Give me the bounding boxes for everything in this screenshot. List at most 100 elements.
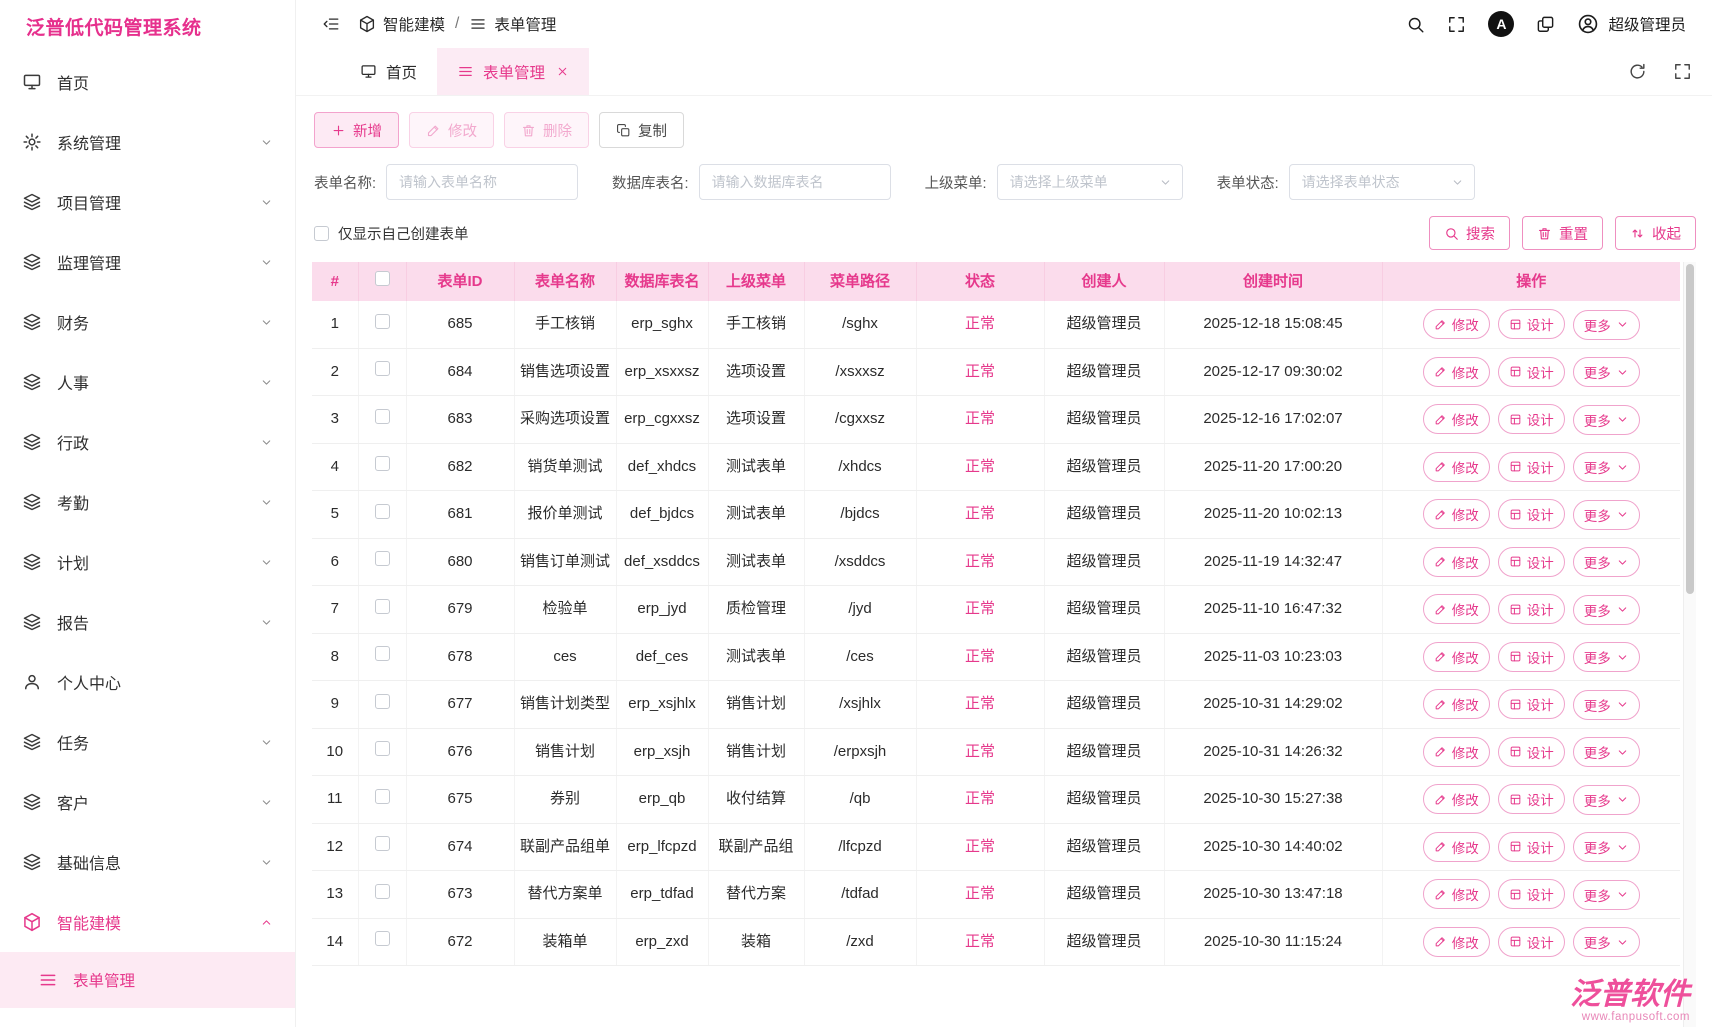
fullscreen-icon[interactable]: [1447, 15, 1466, 34]
row-edit-button[interactable]: 修改: [1423, 594, 1490, 624]
row-edit-button[interactable]: 修改: [1423, 357, 1490, 387]
a-circle-icon[interactable]: A: [1488, 11, 1514, 37]
sidebar-item-12[interactable]: 客户: [0, 772, 295, 832]
sidebar-item-7[interactable]: 考勤: [0, 472, 295, 532]
row-edit-button[interactable]: 修改: [1423, 547, 1490, 577]
delete-button[interactable]: 删除: [504, 112, 589, 148]
row-checkbox[interactable]: [375, 646, 390, 661]
refresh-icon[interactable]: [1628, 62, 1647, 81]
only-mine-toggle[interactable]: 仅显示自己创建表单: [314, 223, 469, 244]
row-design-button[interactable]: 设计: [1498, 404, 1565, 434]
row-design-button[interactable]: 设计: [1498, 737, 1565, 767]
row-edit-button[interactable]: 修改: [1423, 452, 1490, 482]
only-mine-checkbox[interactable]: [314, 226, 329, 241]
row-edit-button[interactable]: 修改: [1423, 404, 1490, 434]
sidebar-item-13[interactable]: 基础信息: [0, 832, 295, 892]
row-checkbox[interactable]: [375, 599, 390, 614]
row-more-button[interactable]: 更多: [1573, 500, 1640, 530]
sidebar-item-6[interactable]: 行政: [0, 412, 295, 472]
row-more-button[interactable]: 更多: [1573, 595, 1640, 625]
row-more-button[interactable]: 更多: [1573, 690, 1640, 720]
scrollbar-thumb[interactable]: [1686, 264, 1694, 594]
row-checkbox[interactable]: [375, 741, 390, 756]
row-more-button[interactable]: 更多: [1573, 880, 1640, 910]
row-design-button[interactable]: 设计: [1498, 499, 1565, 529]
close-icon[interactable]: [556, 65, 569, 78]
sidebar-item-8[interactable]: 计划: [0, 532, 295, 592]
select-all-checkbox[interactable]: [375, 271, 390, 286]
row-more-button[interactable]: 更多: [1573, 357, 1640, 387]
documents-icon[interactable]: [1536, 15, 1555, 34]
row-more-button[interactable]: 更多: [1573, 927, 1640, 957]
sidebar-collapse-button[interactable]: [322, 15, 340, 33]
search-button[interactable]: 搜索: [1429, 216, 1510, 250]
row-edit-button[interactable]: 修改: [1423, 784, 1490, 814]
row-design-button[interactable]: 设计: [1498, 452, 1565, 482]
row-checkbox[interactable]: [375, 931, 390, 946]
sidebar-item-3[interactable]: 监理管理: [0, 232, 295, 292]
row-more-button[interactable]: 更多: [1573, 832, 1640, 862]
row-edit-button[interactable]: 修改: [1423, 499, 1490, 529]
sidebar-item-1[interactable]: 系统管理: [0, 112, 295, 172]
db-name-input[interactable]: [699, 164, 891, 200]
form-name-input[interactable]: [386, 164, 578, 200]
row-design-button[interactable]: 设计: [1498, 642, 1565, 672]
row-checkbox[interactable]: [375, 694, 390, 709]
row-design-button[interactable]: 设计: [1498, 879, 1565, 909]
add-button[interactable]: 新增: [314, 112, 399, 148]
sidebar-item-5[interactable]: 人事: [0, 352, 295, 412]
row-checkbox[interactable]: [375, 884, 390, 899]
sidebar-item-4[interactable]: 财务: [0, 292, 295, 352]
row-edit-button[interactable]: 修改: [1423, 737, 1490, 767]
row-design-button[interactable]: 设计: [1498, 357, 1565, 387]
row-design-button[interactable]: 设计: [1498, 309, 1565, 339]
sidebar-item-9[interactable]: 报告: [0, 592, 295, 652]
sidebar-item-10[interactable]: 个人中心: [0, 652, 295, 712]
reset-button[interactable]: 重置: [1522, 216, 1603, 250]
row-edit-button[interactable]: 修改: [1423, 309, 1490, 339]
row-edit-button[interactable]: 修改: [1423, 642, 1490, 672]
sidebar-item-15[interactable]: 表单管理: [0, 952, 295, 1008]
row-design-button[interactable]: 设计: [1498, 594, 1565, 624]
search-icon[interactable]: [1406, 15, 1425, 34]
tab-form-management[interactable]: 表单管理: [437, 48, 589, 95]
copy-button[interactable]: 复制: [599, 112, 684, 148]
sidebar-item-2[interactable]: 项目管理: [0, 172, 295, 232]
row-more-button[interactable]: 更多: [1573, 452, 1640, 482]
row-more-button[interactable]: 更多: [1573, 310, 1640, 340]
row-more-button[interactable]: 更多: [1573, 547, 1640, 577]
row-design-button[interactable]: 设计: [1498, 927, 1565, 957]
fullscreen-icon[interactable]: [1673, 62, 1692, 81]
sidebar-item-11[interactable]: 任务: [0, 712, 295, 772]
form-status-select[interactable]: 请选择表单状态: [1289, 164, 1475, 200]
row-more-button[interactable]: 更多: [1573, 785, 1640, 815]
breadcrumb-item-page[interactable]: 表单管理: [469, 13, 556, 35]
parent-menu-select[interactable]: 请选择上级菜单: [997, 164, 1183, 200]
row-design-button[interactable]: 设计: [1498, 832, 1565, 862]
sidebar-item-14[interactable]: 智能建模: [0, 892, 295, 952]
row-design-button[interactable]: 设计: [1498, 784, 1565, 814]
row-checkbox[interactable]: [375, 456, 390, 471]
user-menu[interactable]: 超级管理员: [1577, 13, 1686, 35]
row-checkbox[interactable]: [375, 504, 390, 519]
edit-button[interactable]: 修改: [409, 112, 494, 148]
row-checkbox[interactable]: [375, 789, 390, 804]
row-edit-button[interactable]: 修改: [1423, 927, 1490, 957]
row-checkbox[interactable]: [375, 361, 390, 376]
breadcrumb-item-module[interactable]: 智能建模: [358, 13, 445, 35]
vertical-scrollbar[interactable]: [1683, 262, 1696, 1027]
row-design-button[interactable]: 设计: [1498, 547, 1565, 577]
row-edit-button[interactable]: 修改: [1423, 832, 1490, 862]
row-more-button[interactable]: 更多: [1573, 405, 1640, 435]
row-edit-button[interactable]: 修改: [1423, 689, 1490, 719]
row-checkbox[interactable]: [375, 409, 390, 424]
row-checkbox[interactable]: [375, 551, 390, 566]
row-more-button[interactable]: 更多: [1573, 737, 1640, 767]
row-design-button[interactable]: 设计: [1498, 689, 1565, 719]
collapse-filters-button[interactable]: 收起: [1615, 216, 1696, 250]
row-more-button[interactable]: 更多: [1573, 642, 1640, 672]
row-checkbox[interactable]: [375, 314, 390, 329]
tab-home[interactable]: 首页: [340, 48, 437, 95]
row-edit-button[interactable]: 修改: [1423, 879, 1490, 909]
sidebar-item-0[interactable]: 首页: [0, 52, 295, 112]
